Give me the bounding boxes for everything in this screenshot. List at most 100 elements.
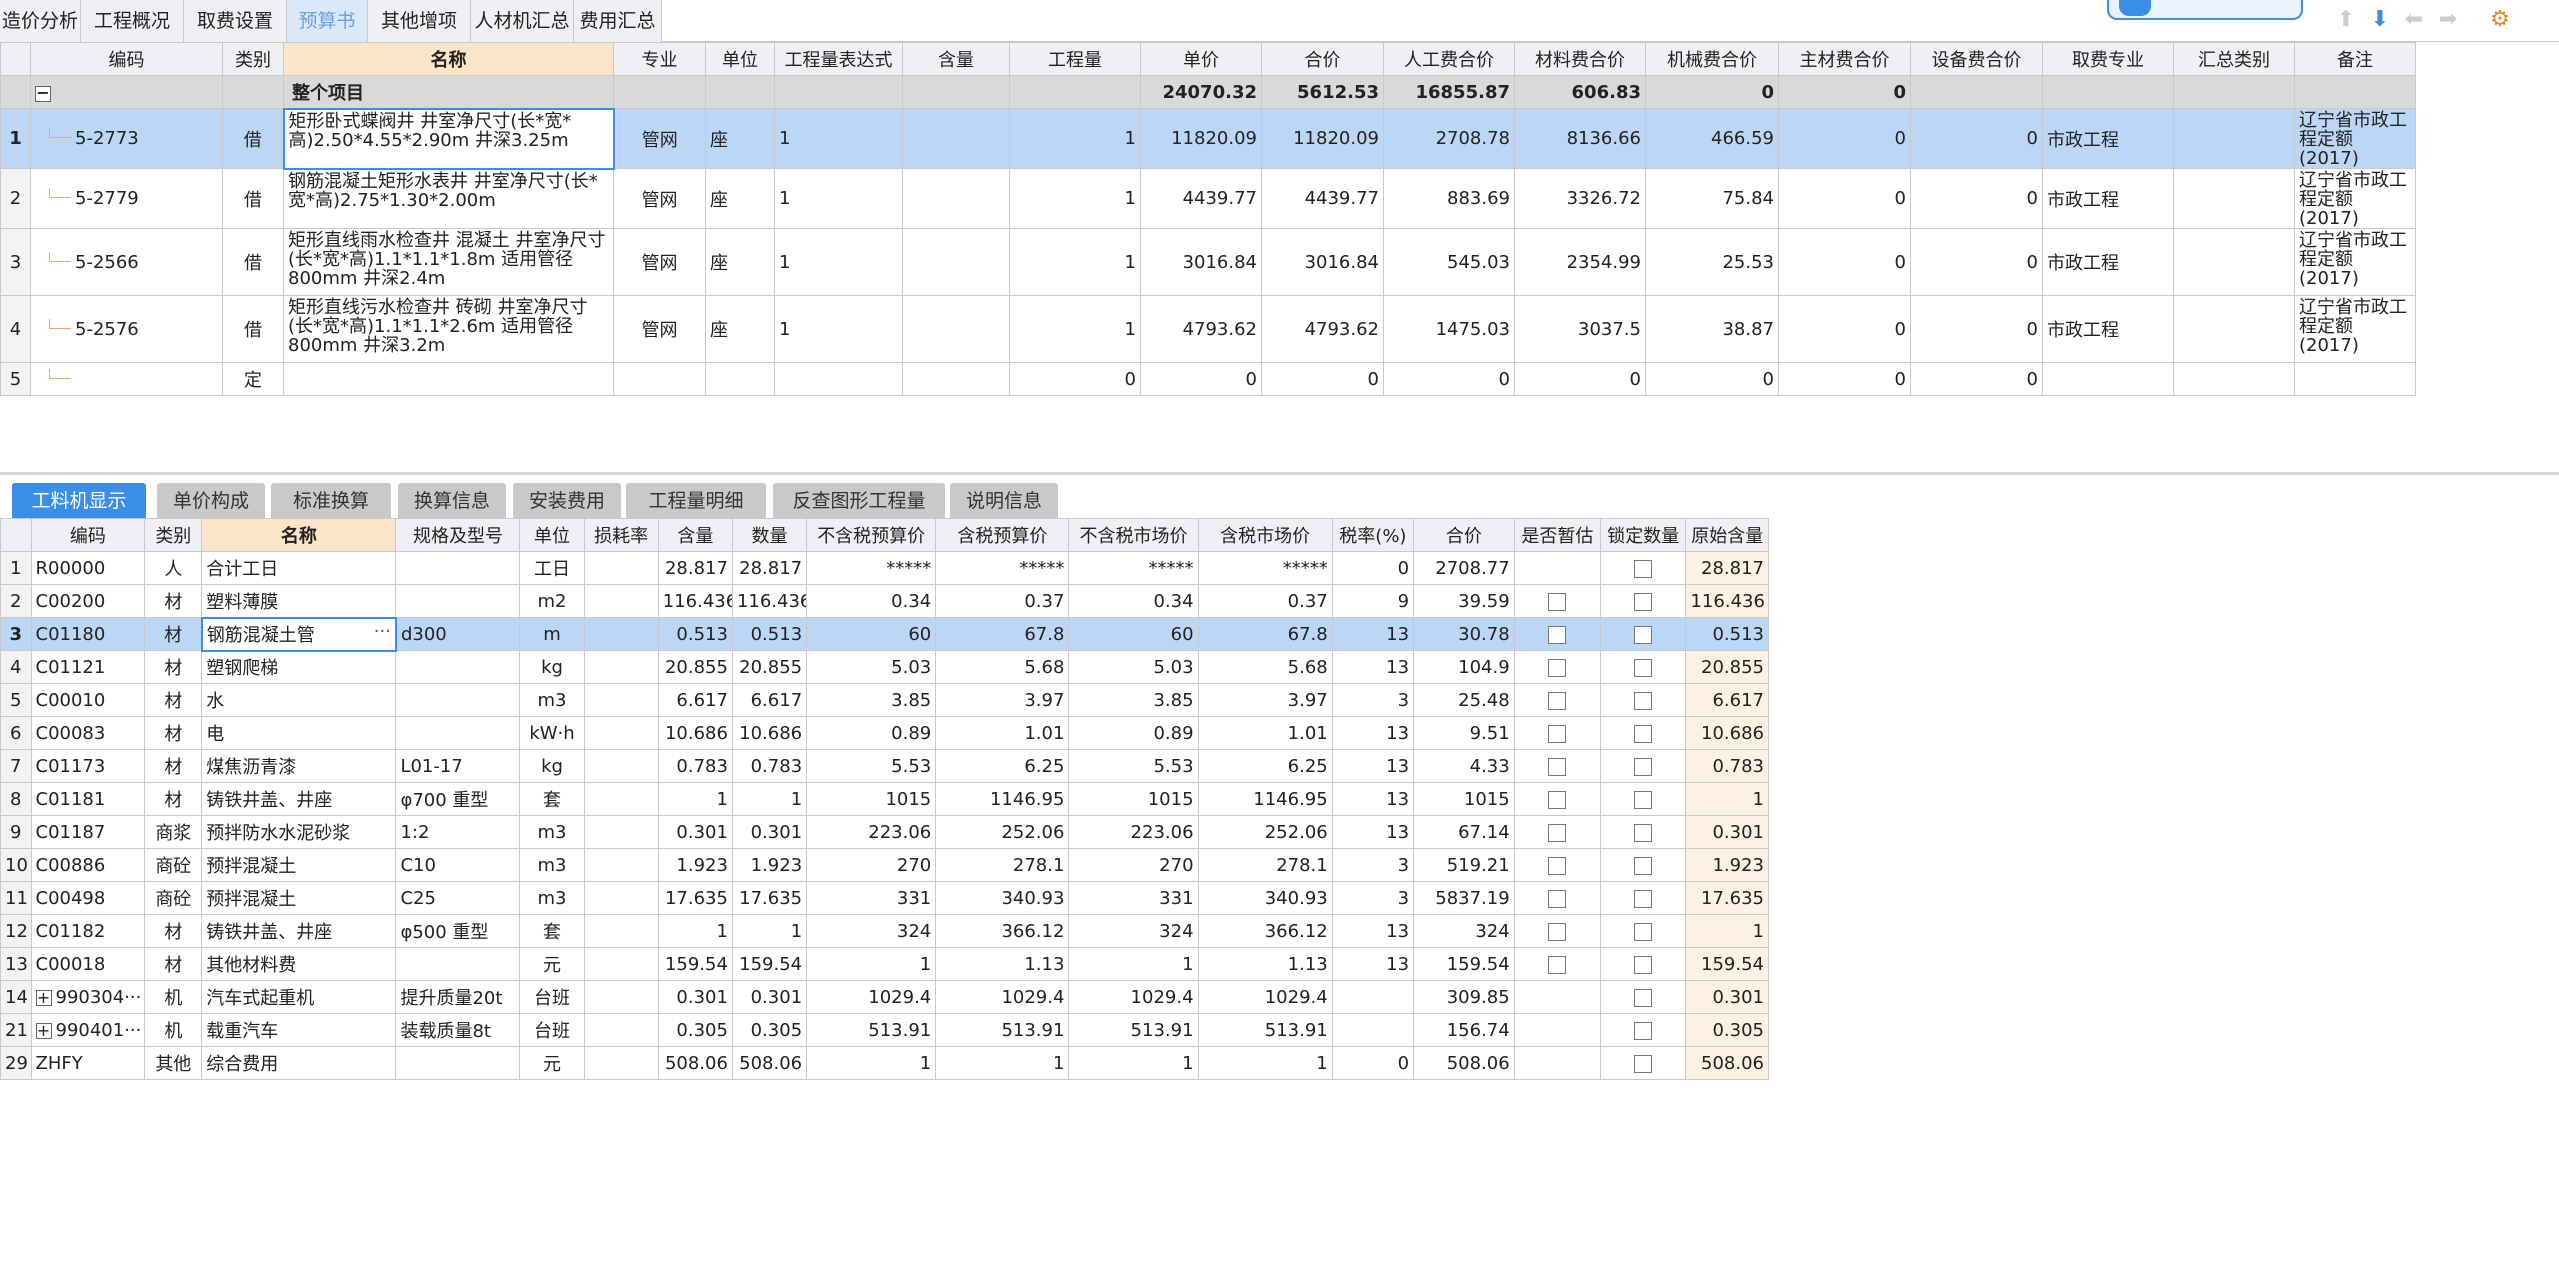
- cell-cl[interactable]: 0: [1514, 362, 1646, 396]
- cell-dw[interactable]: m3: [519, 848, 585, 882]
- column-header[interactable]: 汇总类别: [2173, 42, 2295, 76]
- cell-hl[interactable]: [902, 362, 1010, 396]
- cell-sl[interactable]: 1: [731, 782, 808, 816]
- cell-hj[interactable]: 104.9: [1413, 650, 1515, 684]
- cell-hys[interactable]: 366.12: [935, 914, 1070, 948]
- cell-bsc[interactable]: 1029.4: [1068, 980, 1199, 1014]
- table-row[interactable]: 9 C01187 商浆 预拌防水水泥砂浆 1:2 m3 0.301 0.301 223.06 25…: [0, 815, 1769, 849]
- expand-icon[interactable]: +: [35, 1022, 52, 1039]
- cell-gg[interactable]: d300: [395, 617, 521, 651]
- cell-name[interactable]: 矩形直线污水检查井 砖砌 井室净尺寸(长*宽*高)1.1*1.1*2.6m 适用…: [283, 295, 614, 363]
- cell-code[interactable]: 5-2576: [30, 295, 223, 363]
- cell-hsc[interactable]: 1146.95: [1197, 782, 1333, 816]
- cell-gcl[interactable]: 0: [1009, 362, 1141, 396]
- detail-tab-0[interactable]: 工料机显示: [12, 483, 146, 519]
- column-header[interactable]: 专业: [613, 42, 706, 76]
- cell-name[interactable]: 载重汽车: [201, 1013, 397, 1047]
- column-header[interactable]: 规格及型号: [395, 518, 521, 552]
- cell-hsc[interactable]: 340.93: [1197, 881, 1333, 915]
- cell-expr[interactable]: 1: [774, 228, 903, 296]
- cell-lb[interactable]: 材: [144, 683, 203, 717]
- cell-sl[interactable]: 20.855: [731, 650, 808, 684]
- cell-sh[interactable]: [583, 980, 659, 1014]
- cell-bys[interactable]: *****: [806, 551, 937, 585]
- cell-hsc[interactable]: *****: [1197, 551, 1333, 585]
- cell-yh[interactable]: 10.686: [1685, 716, 1769, 750]
- cell-code[interactable]: C00200: [30, 584, 146, 618]
- cell-yh[interactable]: 1: [1685, 914, 1769, 948]
- cell-zg[interactable]: [1513, 584, 1602, 618]
- cell-sv[interactable]: 13: [1331, 947, 1415, 981]
- cell-lock[interactable]: [1600, 749, 1687, 783]
- cell-hl[interactable]: 1: [657, 782, 733, 816]
- cell-bsc[interactable]: 324: [1068, 914, 1199, 948]
- cell-sb[interactable]: 0: [1910, 108, 2043, 169]
- lock-quantity-checkbox[interactable]: [1634, 691, 1653, 710]
- cell-lb[interactable]: 材: [144, 782, 203, 816]
- cell-dw[interactable]: 座: [705, 228, 775, 296]
- cell-yh[interactable]: 28.817: [1685, 551, 1769, 585]
- cell-hl[interactable]: 0.301: [657, 980, 733, 1014]
- cell-hj[interactable]: 25.48: [1413, 683, 1515, 717]
- cell-zg[interactable]: [1513, 749, 1602, 783]
- table-row[interactable]: 12 C01182 材铸铁井盖、井座 φ500 重型套 1 1 324 366.12 324 36…: [0, 914, 1769, 948]
- cell-hl[interactable]: 1: [657, 914, 733, 948]
- column-header[interactable]: 编码: [30, 42, 223, 76]
- estimate-checkbox[interactable]: [1548, 790, 1567, 809]
- cell-bys[interactable]: 60: [806, 617, 937, 651]
- column-header[interactable]: 人工费合价: [1383, 42, 1515, 76]
- cell-name[interactable]: 综合费用: [201, 1046, 397, 1080]
- column-header[interactable]: 数量: [731, 518, 808, 552]
- tab-6[interactable]: 费用汇总: [574, 0, 662, 42]
- cell-sl[interactable]: 159.54: [731, 947, 808, 981]
- cell-bys[interactable]: 0.89: [806, 716, 937, 750]
- cell-rg[interactable]: 545.03: [1383, 228, 1515, 296]
- cell-zg[interactable]: [1513, 782, 1602, 816]
- cell-hl[interactable]: 1.923: [657, 848, 733, 882]
- cell-gg[interactable]: L01-17: [395, 749, 521, 783]
- cell-zy[interactable]: 管网: [613, 108, 706, 169]
- cell-yh[interactable]: 17.635: [1685, 881, 1769, 915]
- cell-lb[interactable]: 商砼: [144, 848, 203, 882]
- estimate-checkbox[interactable]: [1548, 625, 1567, 644]
- cell-hj[interactable]: 4.33: [1413, 749, 1515, 783]
- cell-bys[interactable]: 513.91: [806, 1013, 937, 1047]
- cell-bsc[interactable]: 60: [1068, 617, 1199, 651]
- cell-cl[interactable]: 3037.5: [1514, 295, 1646, 363]
- table-row[interactable]: 5 C00010 材水 m3 6.617 6.617 3.85 3.97 3.85 3.97 3 25…: [0, 683, 1769, 717]
- estimate-checkbox[interactable]: [1548, 856, 1567, 875]
- column-header[interactable]: 损耗率: [583, 518, 659, 552]
- cell-zc[interactable]: 0: [1778, 362, 1911, 396]
- cell-lock[interactable]: [1600, 947, 1687, 981]
- cell-expr[interactable]: 1: [774, 295, 903, 363]
- cell-sl[interactable]: 6.617: [731, 683, 808, 717]
- cell-hl[interactable]: 20.855: [657, 650, 733, 684]
- column-header[interactable]: 材料费合价: [1514, 42, 1646, 76]
- cell-bsc[interactable]: 0.34: [1068, 584, 1199, 618]
- cell-sh[interactable]: [583, 749, 659, 783]
- cell-hys[interactable]: 1029.4: [935, 980, 1070, 1014]
- column-header[interactable]: 单位: [705, 42, 775, 76]
- column-header[interactable]: 合价: [1413, 518, 1515, 552]
- cell-yh[interactable]: 0.301: [1685, 815, 1769, 849]
- cell-hys[interactable]: *****: [935, 551, 1070, 585]
- cell-hl[interactable]: 159.54: [657, 947, 733, 981]
- cell-gg[interactable]: [395, 650, 521, 684]
- cell-gg[interactable]: [395, 947, 521, 981]
- column-header[interactable]: 主材费合价: [1778, 42, 1911, 76]
- cell-dj[interactable]: 4439.77: [1140, 168, 1262, 229]
- cell-lock[interactable]: [1600, 980, 1687, 1014]
- column-header[interactable]: 名称: [283, 42, 614, 76]
- cell-rg[interactable]: 2708.78: [1383, 108, 1515, 169]
- cell-zg[interactable]: [1513, 947, 1602, 981]
- cell-sh[interactable]: [583, 551, 659, 585]
- cell-name[interactable]: 电: [201, 716, 397, 750]
- cell-bys[interactable]: 331: [806, 881, 937, 915]
- cell-hj[interactable]: 11820.09: [1261, 108, 1384, 169]
- cell-bsc[interactable]: 5.03: [1068, 650, 1199, 684]
- table-row[interactable]: 2 5-2779 借钢筋混凝土矩形水表井 井室净尺寸(长*宽*高)2.75*1.30…: [0, 168, 2416, 229]
- cell-hz[interactable]: [2173, 108, 2295, 169]
- cell-hl[interactable]: [902, 228, 1010, 296]
- cell-lb[interactable]: 材: [144, 716, 203, 750]
- cell-zc[interactable]: 0: [1778, 168, 1911, 229]
